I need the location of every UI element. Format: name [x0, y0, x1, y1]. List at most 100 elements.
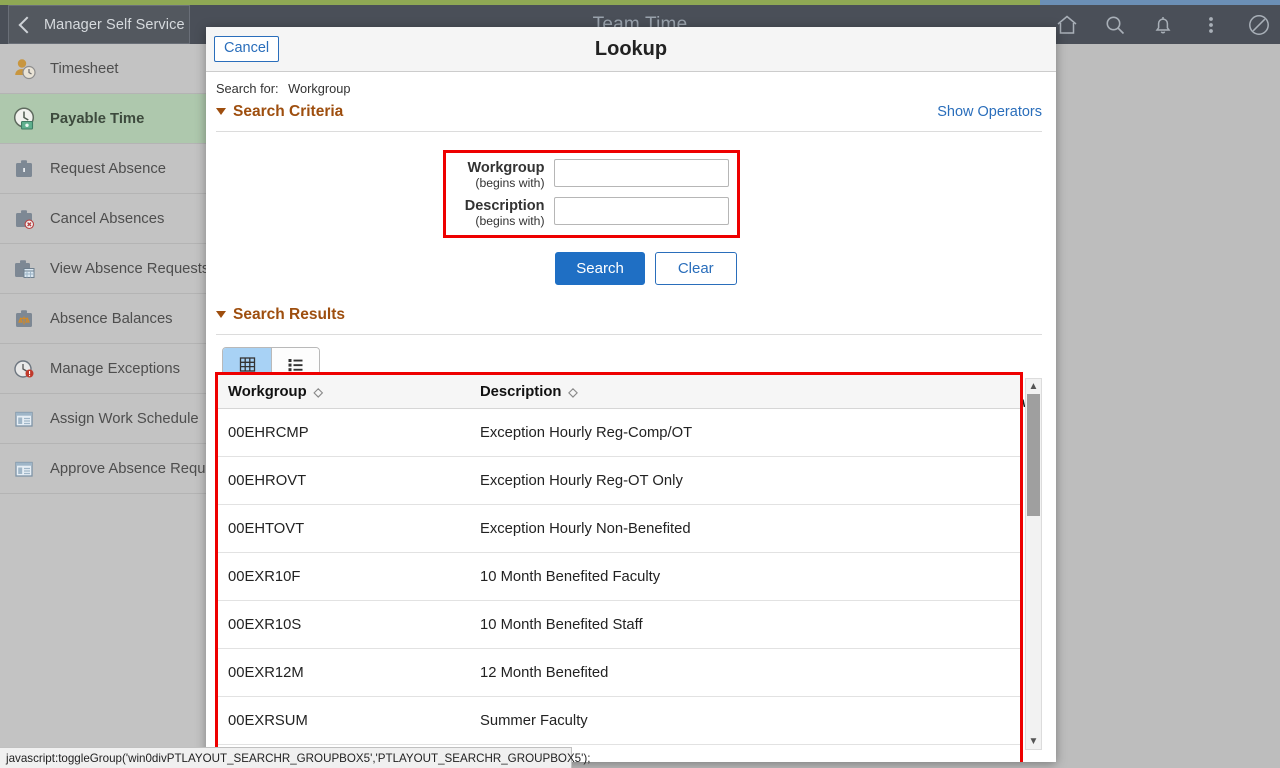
table-row[interactable]: 00EXR10S 10 Month Benefited Staff: [218, 601, 1020, 649]
sidebar-item-label: Approve Absence Request: [50, 460, 222, 477]
cell-workgroup: 00EHROVT: [228, 472, 307, 489]
show-operators-link[interactable]: Show Operators: [937, 104, 1042, 120]
back-button-label: Manager Self Service: [44, 16, 185, 33]
sort-toggle-icon[interactable]: ◇: [314, 386, 323, 398]
clear-button[interactable]: Clear: [654, 252, 737, 285]
briefcase-icon: [10, 155, 40, 183]
home-icon[interactable]: [1054, 12, 1080, 38]
search-icon[interactable]: [1102, 12, 1128, 38]
timesheet-icon: [10, 55, 40, 83]
table-row[interactable]: 00EXRSUM Summer Faculty: [218, 697, 1020, 745]
criteria-label: Workgroup: [467, 160, 545, 176]
results-scrollbar[interactable]: ▲ ▼: [1025, 378, 1042, 750]
sidebar-item-absence-balances[interactable]: Absence Balances: [0, 294, 222, 344]
sidebar-item-label: Manage Exceptions: [50, 360, 180, 377]
cell-description: Summer Faculty: [480, 712, 588, 729]
grid-header-row: Workgroup ◇ Description ◇: [218, 375, 1020, 409]
cell-workgroup: 00EXR10S: [228, 616, 302, 633]
sidebar-item-label: Timesheet: [50, 60, 119, 77]
search-results-header: Search Results: [206, 305, 1056, 331]
criteria-label: Description: [464, 198, 545, 214]
chevron-left-icon: [18, 16, 36, 33]
column-header-label: Workgroup: [228, 383, 307, 400]
lookup-modal: Lookup Cancel Search for: Workgroup Sear…: [206, 27, 1056, 762]
kebab-menu-icon[interactable]: [1198, 12, 1224, 38]
caret-down-icon: [216, 311, 226, 318]
notification-bell-icon[interactable]: [1150, 12, 1176, 38]
modal-header: Lookup Cancel: [206, 27, 1056, 72]
sidebar-item-timesheet[interactable]: Timesheet: [0, 44, 222, 94]
sidebar-item-request-absence[interactable]: Request Absence: [0, 144, 222, 194]
column-header-description[interactable]: Description ◇: [480, 384, 1020, 400]
criteria-area: Workgroup (begins with) Description (beg…: [206, 150, 1056, 238]
cancel-button[interactable]: Cancel: [214, 36, 280, 62]
results-grid: Workgroup ◇ Description ◇ 00EHRCMP Excep…: [215, 372, 1023, 762]
back-button[interactable]: Manager Self Service: [8, 5, 190, 44]
column-header-workgroup[interactable]: Workgroup ◇: [218, 384, 480, 400]
sidebar-item-label: Cancel Absences: [50, 210, 165, 227]
cell-description: Exception Hourly Reg-Comp/OT: [480, 424, 693, 441]
header-icon-group: [1054, 5, 1272, 44]
scroll-up-icon[interactable]: ▲: [1026, 379, 1041, 394]
criteria-button-row: Search Clear: [206, 252, 1056, 285]
sidebar-item-label: View Absence Requests: [50, 260, 210, 277]
search-for-value: Workgroup: [288, 81, 351, 96]
table-row[interactable]: 00EXR10F 10 Month Benefited Faculty: [218, 553, 1020, 601]
status-bar-text: javascript:toggleGroup('win0divPTLAYOUT_…: [6, 751, 591, 765]
column-header-label: Description: [480, 383, 562, 400]
cell-workgroup: 00EHRCMP: [228, 424, 309, 441]
schedule-window-icon: [10, 405, 40, 433]
scrollbar-thumb[interactable]: [1027, 394, 1040, 516]
sidebar-item-label: Assign Work Schedule: [50, 410, 199, 427]
table-row[interactable]: 00EXR12M 12 Month Benefited: [218, 649, 1020, 697]
cell-description: Exception Hourly Reg-OT Only: [480, 472, 683, 489]
criteria-highlight-box: Workgroup (begins with) Description (beg…: [442, 150, 740, 238]
description-input[interactable]: [553, 197, 729, 225]
nav-bar-icon[interactable]: [1246, 12, 1272, 38]
sidebar-item-payable-time[interactable]: Payable Time: [0, 94, 222, 144]
sidebar-item-assign-work-schedule[interactable]: Assign Work Schedule: [0, 394, 222, 444]
cell-description: Exception Hourly Non-Benefited: [480, 520, 691, 537]
cell-workgroup: 00EXR12M: [228, 664, 304, 681]
search-for-row: Search for: Workgroup: [206, 72, 1056, 96]
criteria-operator: (begins with): [475, 176, 545, 190]
sort-toggle-icon[interactable]: ◇: [568, 386, 577, 398]
sidebar-item-label: Absence Balances: [50, 310, 173, 327]
workgroup-input[interactable]: [553, 159, 729, 187]
sidebar-item-approve-absence-request[interactable]: Approve Absence Request: [0, 444, 222, 494]
browser-status-bar: javascript:toggleGroup('win0divPTLAYOUT_…: [0, 747, 590, 768]
caret-down-icon: [216, 108, 226, 115]
screen-root: Team Time Manager Self Service Timesheet…: [0, 0, 1280, 768]
search-results-toggle[interactable]: Search Results: [216, 306, 345, 324]
criteria-divider: [216, 131, 1042, 132]
criteria-field-workgroup: Workgroup (begins with): [454, 159, 729, 190]
search-results-section: Search Results: [206, 305, 1056, 410]
sidebar-item-manage-exceptions[interactable]: Manage Exceptions: [0, 344, 222, 394]
search-button[interactable]: Search: [555, 252, 645, 285]
cell-description: 12 Month Benefited: [480, 664, 609, 681]
criteria-operator: (begins with): [475, 214, 545, 228]
payable-time-icon: [10, 105, 40, 133]
search-criteria-toggle[interactable]: Search Criteria: [216, 103, 343, 121]
cell-description: 10 Month Benefited Staff: [480, 616, 643, 633]
table-row[interactable]: 00EHTOVT Exception Hourly Non-Benefited: [218, 505, 1020, 553]
briefcase-cancel-icon: [10, 205, 40, 233]
criteria-label-group: Description (begins with): [454, 197, 554, 228]
scroll-down-icon[interactable]: ▼: [1026, 734, 1041, 749]
search-criteria-title: Search Criteria: [233, 102, 344, 120]
criteria-label-group: Workgroup (begins with): [454, 159, 554, 190]
sidebar-item-cancel-absences[interactable]: Cancel Absences: [0, 194, 222, 244]
table-row[interactable]: 00EHROVT Exception Hourly Reg-OT Only: [218, 457, 1020, 505]
sidebar: Timesheet Payable Time Request Absence C…: [0, 44, 222, 768]
sidebar-item-label: Payable Time: [50, 110, 145, 127]
criteria-field-description: Description (begins with): [454, 197, 729, 228]
search-criteria-header: Search Criteria Show Operators: [206, 102, 1056, 128]
cell-description: 10 Month Benefited Faculty: [480, 568, 661, 585]
grid-body: 00EHRCMP Exception Hourly Reg-Comp/OT 00…: [218, 409, 1020, 762]
table-row[interactable]: 00EHRCMP Exception Hourly Reg-Comp/OT: [218, 409, 1020, 457]
cell-workgroup: 00EXRSUM: [228, 712, 308, 729]
approve-window-icon: [10, 455, 40, 483]
search-for-label: Search for:: [216, 81, 279, 96]
modal-title: Lookup: [594, 38, 668, 60]
sidebar-item-view-absence-requests[interactable]: View Absence Requests: [0, 244, 222, 294]
